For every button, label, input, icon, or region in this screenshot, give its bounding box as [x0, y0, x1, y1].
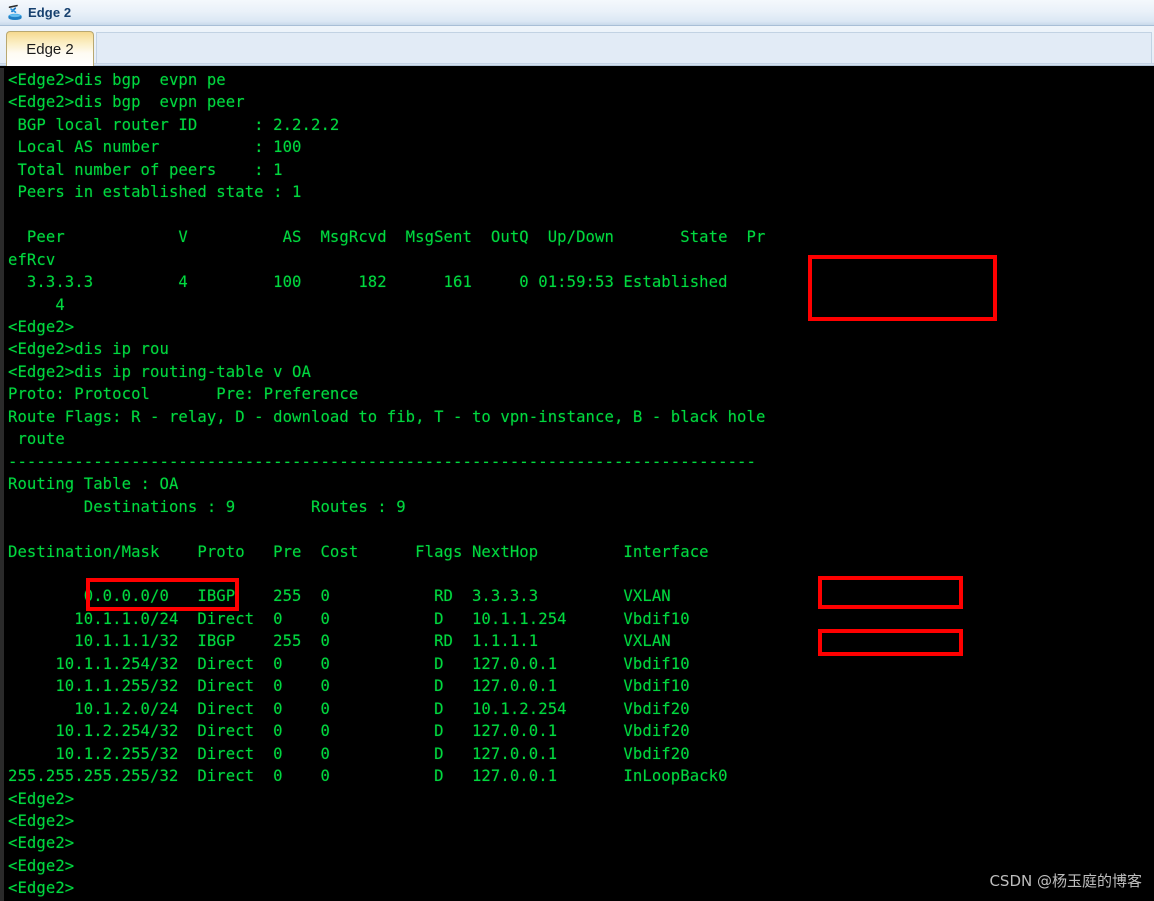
terminal-console[interactable]: <Edge2>dis bgp evpn pe <Edge2>dis bgp ev… [0, 68, 1154, 901]
terminal-output-text: <Edge2>dis bgp evpn pe <Edge2>dis bgp ev… [8, 71, 766, 898]
highlight-default-route-interface-vxlan [818, 576, 963, 609]
tab-label: Edge 2 [26, 40, 74, 58]
window-titlebar: Edge 2 [0, 0, 1154, 26]
tab-strip-empty-area [96, 32, 1152, 64]
tab-edge-2[interactable]: Edge 2 [6, 31, 94, 66]
highlight-host-route-interface-vxlan [818, 629, 963, 656]
terminal-left-border [0, 68, 4, 901]
window-title: Edge 2 [28, 4, 72, 20]
tab-strip: Edge 2 [0, 26, 1154, 66]
csdn-watermark: CSDN @杨玉庭的博客 [989, 872, 1142, 890]
highlight-peer-state-established [808, 255, 997, 321]
router-device-icon [6, 4, 24, 22]
terminal-application-window: Edge 2 Edge 2 <Edge2>dis bgp evpn pe <Ed… [0, 0, 1154, 901]
